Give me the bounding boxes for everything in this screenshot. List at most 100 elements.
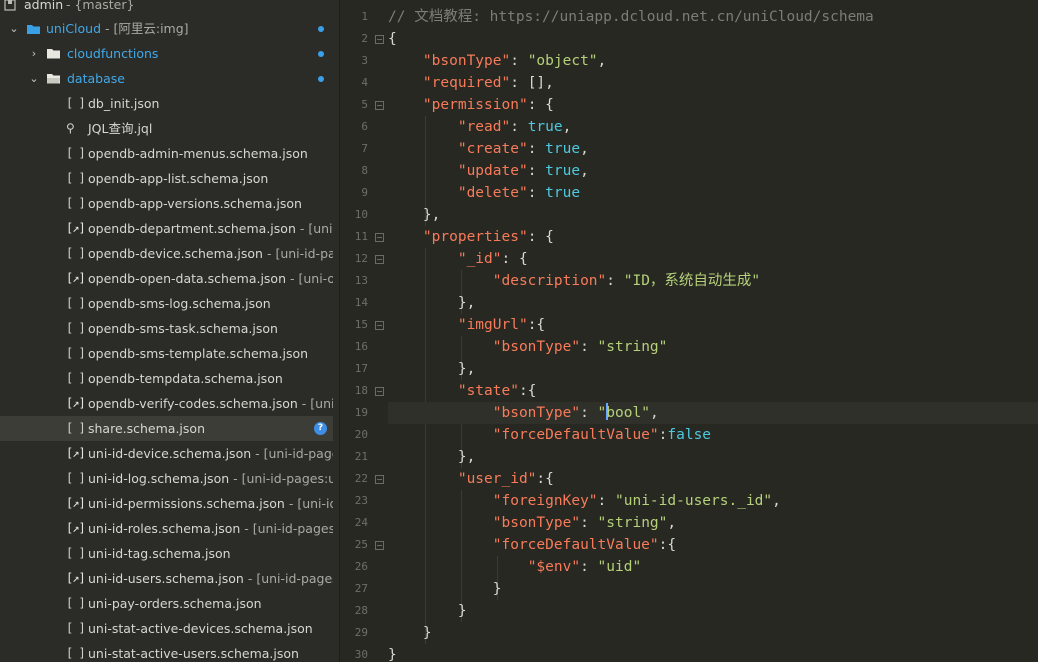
project-root-row[interactable]: admin - {master} <box>0 0 333 17</box>
code-line[interactable]: }, <box>388 358 475 380</box>
code-token: { <box>388 31 397 47</box>
file-item[interactable]: [↗]opendb-open-data.schema.json - [uni-o… <box>0 266 333 291</box>
file-item[interactable]: [ ] opendb-tempdata.schema.json <box>0 366 333 391</box>
file-item[interactable]: [ ] opendb-sms-log.schema.json <box>0 291 333 316</box>
file-plugin-suffix: - [uni-id-pages:u <box>244 521 333 536</box>
code-editor[interactable]: // 文档教程: https://uniapp.dcloud.net.cn/un… <box>388 0 1038 662</box>
line-number: 2 <box>361 32 368 45</box>
code-line[interactable]: "required": [], <box>388 72 554 94</box>
fold-toggle-icon[interactable]: − <box>375 541 384 550</box>
file-item[interactable]: [ ] uni-pay-orders.schema.json <box>0 591 333 616</box>
file-item[interactable]: [ ] opendb-sms-task.schema.json <box>0 316 333 341</box>
json-file-icon: [ ] <box>66 471 86 485</box>
code-token: // 文档教程: https://uniapp.dcloud.net.cn/un… <box>388 9 874 25</box>
code-line[interactable]: }, <box>388 292 475 314</box>
file-item[interactable]: [ ] opendb-sms-template.schema.json <box>0 341 333 366</box>
unicloud-folder-row[interactable]: ⌄ uniCloud - [阿里云:img] <box>0 16 333 41</box>
file-item[interactable]: ⚲ JQL查询.jql <box>0 116 333 141</box>
code-line[interactable]: "forceDefaultValue":false <box>388 424 711 446</box>
fold-toggle-icon[interactable]: − <box>375 233 384 242</box>
code-line[interactable]: }, <box>388 204 440 226</box>
fold-toggle-icon[interactable]: − <box>375 35 384 44</box>
code-token: } <box>388 625 432 641</box>
code-line[interactable]: "bsonType": "bool", <box>388 402 1038 424</box>
file-item[interactable]: [↗] opendb-verify-codes.schema.json - [un… <box>0 391 333 416</box>
code-line[interactable]: "update": true, <box>388 160 589 182</box>
code-token: : <box>510 53 528 69</box>
chevron-down-icon[interactable]: ⌄ <box>8 16 20 41</box>
fold-toggle-icon[interactable]: − <box>375 321 384 330</box>
fold-toggle-icon[interactable]: − <box>375 387 384 396</box>
fold-toggle-icon[interactable]: − <box>375 255 384 264</box>
code-line[interactable]: "properties": { <box>388 226 554 248</box>
file-item[interactable]: [ ] uni-id-tag.schema.json <box>0 541 333 566</box>
file-item[interactable]: [ ] share.schema.json? <box>0 416 333 441</box>
code-line[interactable]: }, <box>388 446 475 468</box>
file-item[interactable]: [ ] opendb-admin-menus.schema.json <box>0 141 333 166</box>
code-token: : { <box>527 229 554 245</box>
code-line[interactable]: "description": "ID，系统自动生成" <box>388 270 760 292</box>
code-line[interactable]: "create": true, <box>388 138 589 160</box>
file-item[interactable]: [ ] opendb-device.schema.json - [uni-id-p… <box>0 241 333 266</box>
code-token: "read" <box>457 119 511 135</box>
file-item[interactable]: [ ] db_init.json <box>0 91 333 116</box>
code-line[interactable]: "read": true, <box>388 116 572 138</box>
code-line[interactable]: "_id": { <box>388 248 528 270</box>
json-file-icon: [ ] <box>66 246 86 260</box>
code-line[interactable]: "user_id":{ <box>388 468 554 490</box>
file-item[interactable]: [↗] uni-id-users.schema.json - [uni-id-pa… <box>0 566 333 591</box>
code-line[interactable]: "state":{ <box>388 380 537 402</box>
code-line[interactable]: } <box>388 644 397 662</box>
fold-toggle-icon[interactable]: − <box>375 475 384 484</box>
file-name: opendb-tempdata.schema.json <box>88 371 283 386</box>
file-item[interactable]: [↗]opendb-department.schema.json - [uni-… <box>0 216 333 241</box>
json-file-icon: [ ] <box>66 296 86 310</box>
file-item[interactable]: [↗] uni-id-device.schema.json - [uni-id-p… <box>0 441 333 466</box>
json-file-icon: [ ] <box>66 546 86 560</box>
line-number: 17 <box>354 362 368 375</box>
code-token: , <box>597 53 607 69</box>
code-line[interactable]: "bsonType": "string" <box>388 336 668 358</box>
line-number: 30 <box>354 648 368 661</box>
chevron-down-icon[interactable]: ⌄ <box>28 66 40 91</box>
code-line[interactable]: { <box>388 28 397 50</box>
cloudfunctions-folder-row[interactable]: › cloudfunctions <box>0 41 333 66</box>
code-line[interactable]: "foreignKey": "uni-id-users._id", <box>388 490 781 512</box>
file-name: opendb-device.schema.json - [uni-id-page <box>88 241 333 266</box>
file-item[interactable]: [ ] uni-stat-active-devices.schema.json <box>0 616 333 641</box>
file-item[interactable]: [ ] opendb-app-list.schema.json <box>0 166 333 191</box>
code-line[interactable]: "permission": { <box>388 94 554 116</box>
code-line[interactable]: } <box>388 600 467 622</box>
code-token: :{ <box>536 471 554 487</box>
code-line[interactable]: "forceDefaultValue":{ <box>388 534 676 556</box>
code-line[interactable]: "$env": "uid" <box>388 556 642 578</box>
file-plugin-suffix: - [uni-id-pages: <box>255 446 333 461</box>
fold-toggle-icon[interactable]: − <box>375 101 384 110</box>
code-token: , <box>772 493 781 509</box>
file-item[interactable]: [↗] uni-id-permissions.schema.json - [uni… <box>0 491 333 516</box>
file-item[interactable]: [↗] uni-id-roles.schema.json - [uni-id-pa… <box>0 516 333 541</box>
file-item[interactable]: [ ] uni-id-log.schema.json - [uni-id-page… <box>0 466 333 491</box>
code-line[interactable]: "imgUrl":{ <box>388 314 545 336</box>
code-line[interactable]: "delete": true <box>388 182 580 204</box>
database-folder-row[interactable]: ⌄ database <box>0 66 333 91</box>
code-token: "foreignKey" <box>492 493 598 509</box>
code-token: "bsonType" <box>492 515 581 531</box>
line-number: 8 <box>361 164 368 177</box>
code-line[interactable]: } <box>388 622 432 644</box>
code-line[interactable]: "bsonType": "string", <box>388 512 676 534</box>
line-number: 9 <box>361 186 368 199</box>
file-name: opendb-app-versions.schema.json <box>88 196 302 211</box>
code-token: "ID，系统自动生成" <box>623 273 761 289</box>
file-item[interactable]: [ ] opendb-app-versions.schema.json <box>0 191 333 216</box>
code-line[interactable]: } <box>388 578 502 600</box>
query-file-icon: ⚲ <box>66 121 75 135</box>
code-line[interactable]: // 文档教程: https://uniapp.dcloud.net.cn/un… <box>388 6 874 28</box>
file-item[interactable]: [ ] uni-stat-active-users.schema.json <box>0 641 333 662</box>
chevron-right-icon[interactable]: › <box>28 41 40 66</box>
line-number: 7 <box>361 142 368 155</box>
project-explorer: admin - {master} ⌄ uniCloud - [阿里云:img] … <box>0 0 340 662</box>
code-line[interactable]: "bsonType": "object", <box>388 50 606 72</box>
